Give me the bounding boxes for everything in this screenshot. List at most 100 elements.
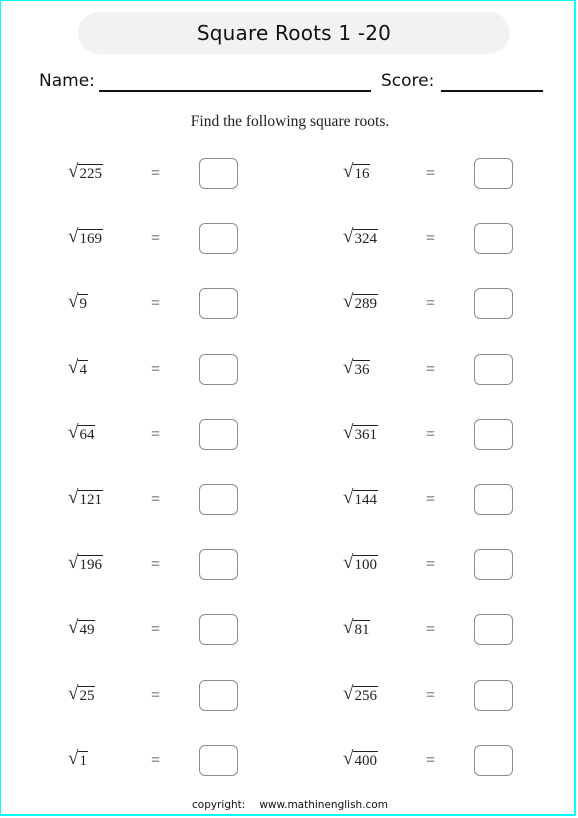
square-root-expression: √ 256 bbox=[343, 684, 378, 704]
equals-sign: = bbox=[151, 491, 161, 508]
problem-item: √ 324 = bbox=[343, 223, 543, 257]
answer-box[interactable] bbox=[474, 288, 513, 319]
equals-sign: = bbox=[151, 230, 161, 247]
radical-sign-icon: √ bbox=[343, 748, 354, 769]
square-root-expression: √ 225 bbox=[68, 162, 103, 182]
answer-box[interactable] bbox=[474, 223, 513, 254]
answer-box[interactable] bbox=[474, 354, 513, 385]
square-root-expression: √ 100 bbox=[343, 553, 378, 573]
radical-sign-icon: √ bbox=[343, 487, 354, 508]
equals-sign: = bbox=[151, 752, 161, 769]
website-url: www.mathinenglish.com bbox=[259, 799, 388, 811]
problem-item: √ 9 = bbox=[68, 288, 268, 322]
equals-sign: = bbox=[426, 165, 436, 182]
title-banner: Square Roots 1 -20 bbox=[78, 12, 510, 54]
problem-item: √ 289 = bbox=[343, 288, 543, 322]
radicand: 100 bbox=[353, 555, 378, 573]
answer-box[interactable] bbox=[199, 223, 238, 254]
radical-sign-icon: √ bbox=[343, 552, 354, 573]
radicand: 36 bbox=[353, 360, 371, 378]
square-root-expression: √ 64 bbox=[68, 422, 96, 443]
radical-sign-icon: √ bbox=[68, 617, 79, 638]
square-root-expression: √ 1 bbox=[68, 749, 88, 769]
problem-item: √ 361 = bbox=[343, 419, 543, 453]
radicand: 81 bbox=[353, 620, 371, 638]
square-root-expression: √ 4 bbox=[68, 358, 88, 378]
square-root-expression: √ 361 bbox=[343, 423, 378, 443]
answer-box[interactable] bbox=[199, 484, 238, 515]
radical-sign-icon: √ bbox=[343, 161, 354, 182]
score-label: Score: bbox=[381, 71, 435, 91]
problem-item: √ 100 = bbox=[343, 549, 543, 583]
radical-sign-icon: √ bbox=[343, 422, 354, 443]
answer-box[interactable] bbox=[474, 484, 513, 515]
radical-sign-icon: √ bbox=[68, 552, 79, 573]
answer-box[interactable] bbox=[474, 614, 513, 645]
name-score-row: Name: Score: bbox=[39, 69, 544, 97]
radical-sign-icon: √ bbox=[68, 161, 79, 182]
equals-sign: = bbox=[426, 491, 436, 508]
radicand: 49 bbox=[78, 620, 96, 638]
radicand: 25 bbox=[78, 686, 96, 704]
answer-box[interactable] bbox=[199, 158, 238, 189]
problem-item: √ 121 = bbox=[68, 484, 268, 518]
radicand: 361 bbox=[353, 425, 378, 443]
radical-sign-icon: √ bbox=[68, 748, 79, 769]
answer-box[interactable] bbox=[199, 745, 238, 776]
problem-item: √ 256 = bbox=[343, 680, 543, 714]
radicand: 324 bbox=[353, 229, 378, 247]
radicand: 256 bbox=[353, 686, 378, 704]
answer-box[interactable] bbox=[474, 419, 513, 450]
equals-sign: = bbox=[151, 426, 161, 443]
equals-sign: = bbox=[151, 687, 161, 704]
radicand: 400 bbox=[353, 751, 378, 769]
problem-item: √ 196 = bbox=[68, 549, 268, 583]
answer-box[interactable] bbox=[474, 158, 513, 189]
square-root-expression: √ 25 bbox=[68, 684, 96, 704]
square-root-expression: √ 81 bbox=[343, 617, 371, 638]
answer-box[interactable] bbox=[199, 680, 238, 711]
name-label: Name: bbox=[39, 71, 95, 91]
square-root-expression: √ 49 bbox=[68, 617, 96, 638]
answer-box[interactable] bbox=[199, 419, 238, 450]
problem-item: √ 169 = bbox=[68, 223, 268, 257]
radicand: 64 bbox=[78, 425, 96, 443]
problem-item: √ 64 = bbox=[68, 419, 268, 453]
radicand: 225 bbox=[78, 164, 103, 182]
footer: copyright: www.mathinenglish.com bbox=[1, 799, 578, 811]
answer-box[interactable] bbox=[474, 745, 513, 776]
score-field-line[interactable] bbox=[441, 90, 543, 92]
problem-item: √ 4 = bbox=[68, 354, 268, 388]
square-root-expression: √ 400 bbox=[343, 749, 378, 769]
answer-box[interactable] bbox=[199, 288, 238, 319]
problem-item: √ 36 = bbox=[343, 354, 543, 388]
answer-box[interactable] bbox=[474, 549, 513, 580]
radical-sign-icon: √ bbox=[343, 357, 354, 378]
equals-sign: = bbox=[426, 230, 436, 247]
equals-sign: = bbox=[426, 295, 436, 312]
answer-box[interactable] bbox=[474, 680, 513, 711]
name-field-line[interactable] bbox=[99, 90, 371, 92]
copyright-label: copyright: bbox=[192, 799, 246, 811]
square-root-expression: √ 121 bbox=[68, 488, 103, 508]
equals-sign: = bbox=[426, 621, 436, 638]
square-root-expression: √ 324 bbox=[343, 227, 378, 247]
equals-sign: = bbox=[151, 361, 161, 378]
radicand: 289 bbox=[353, 294, 378, 312]
answer-box[interactable] bbox=[199, 549, 238, 580]
answer-box[interactable] bbox=[199, 354, 238, 385]
radicand: 9 bbox=[78, 294, 88, 312]
answer-box[interactable] bbox=[199, 614, 238, 645]
radical-sign-icon: √ bbox=[68, 422, 79, 443]
worksheet-page: Square Roots 1 -20 Name: Score: Find the… bbox=[0, 0, 576, 816]
equals-sign: = bbox=[151, 165, 161, 182]
radical-sign-icon: √ bbox=[68, 487, 79, 508]
radicand: 1 bbox=[78, 751, 88, 769]
problem-item: √ 81 = bbox=[343, 614, 543, 648]
worksheet-title: Square Roots 1 -20 bbox=[196, 21, 392, 45]
equals-sign: = bbox=[426, 687, 436, 704]
problem-item: √ 400 = bbox=[343, 745, 543, 779]
radical-sign-icon: √ bbox=[343, 683, 354, 704]
radical-sign-icon: √ bbox=[343, 617, 354, 638]
radical-sign-icon: √ bbox=[343, 291, 354, 312]
